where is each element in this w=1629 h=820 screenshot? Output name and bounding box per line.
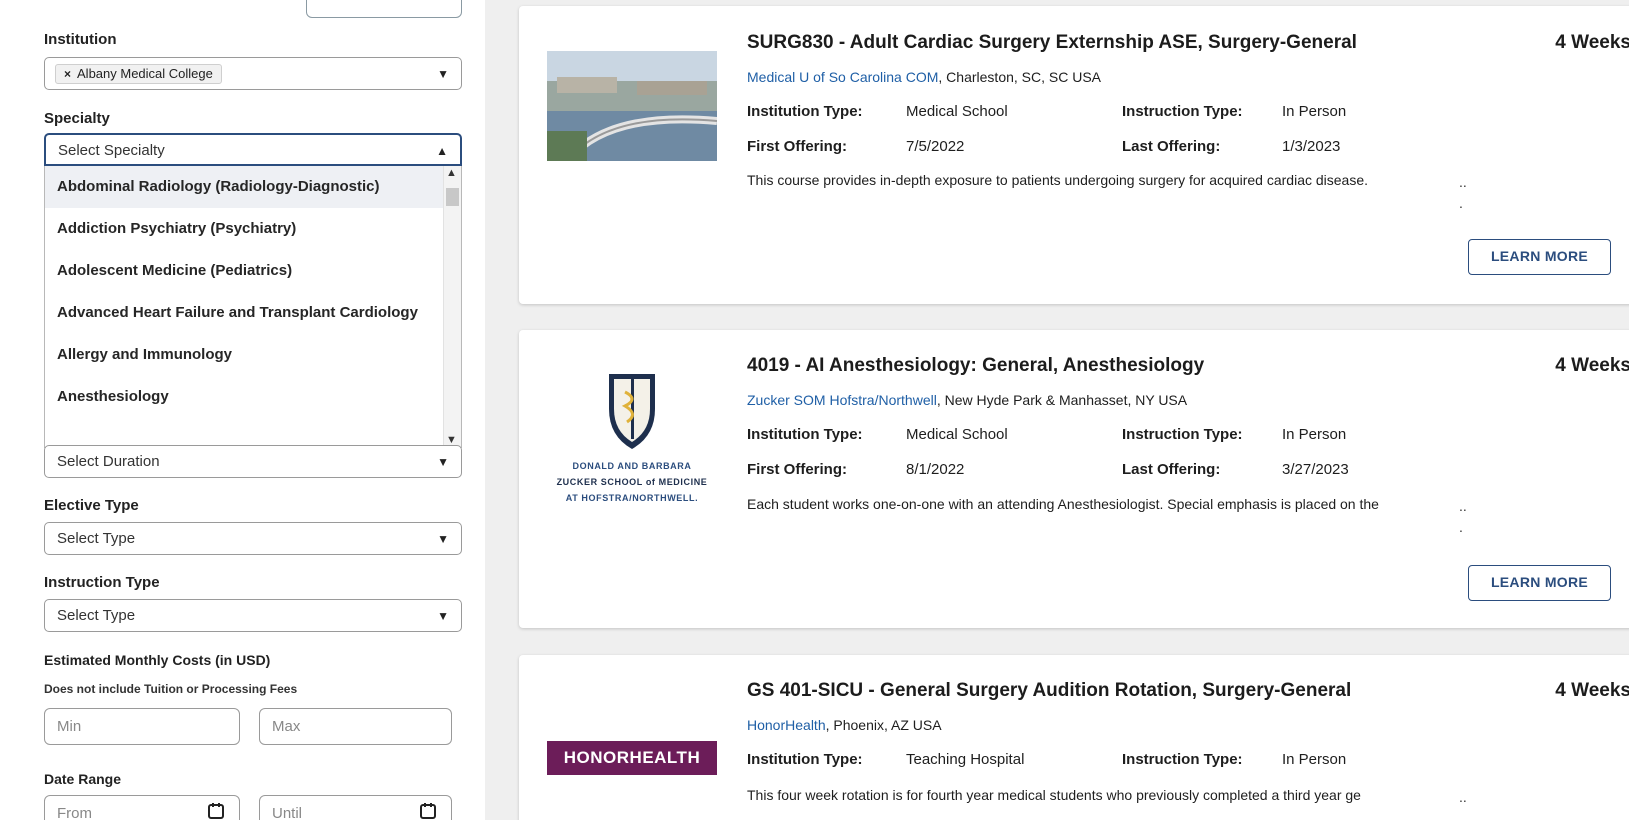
elective-type-value: Select Type: [57, 530, 136, 547]
last-offering-key: Last Offering:: [1122, 461, 1221, 478]
institution-chip[interactable]: × Albany Medical College: [55, 64, 222, 84]
institution-type-key: Institution Type:: [747, 426, 863, 443]
course-title[interactable]: SURG830 - Adult Cardiac Surgery Externsh…: [747, 32, 1357, 54]
institution-type-value: Medical School: [906, 426, 1008, 443]
scroll-thumb[interactable]: [446, 188, 459, 206]
course-title[interactable]: 4019 - AI Anesthesiology: General, Anest…: [747, 355, 1204, 377]
course-title[interactable]: GS 401-SICU - General Surgery Audition R…: [747, 680, 1351, 702]
institution-type-key: Institution Type:: [747, 103, 863, 120]
first-offering-value: 8/1/2022: [906, 461, 965, 478]
specialty-option[interactable]: Abdominal Radiology (Radiology-Diagnosti…: [45, 166, 443, 208]
date-from-input[interactable]: From: [44, 795, 240, 820]
last-offering-value: 3/27/2023: [1282, 461, 1349, 478]
course-photo: [547, 51, 718, 164]
instruction-type-select[interactable]: Select Type ▼: [44, 599, 462, 632]
instruction-type-value: In Person: [1282, 103, 1347, 120]
calendar-icon[interactable]: [419, 802, 437, 820]
logo-line: DONALD AND BARBARA: [572, 461, 692, 471]
duration-select-value: Select Duration: [57, 453, 160, 470]
instruction-type-value: In Person: [1282, 426, 1347, 443]
elective-type-label: Elective Type: [44, 497, 139, 514]
course-description: This course provides in-depth exposure t…: [747, 172, 1369, 188]
min-cost-input[interactable]: Min: [44, 708, 240, 745]
specialty-label: Specialty: [44, 110, 110, 127]
institution-chip-label: Albany Medical College: [77, 66, 213, 81]
course-institution: Zucker SOM Hofstra/Northwell, New Hyde P…: [747, 392, 1187, 408]
instruction-type-value: Select Type: [57, 607, 136, 624]
chevron-up-icon[interactable]: ▲: [436, 144, 448, 158]
course-institution: HonorHealth, Phoenix, AZ USA: [747, 717, 942, 733]
honorhealth-logo: HONORHEALTH: [547, 741, 717, 775]
chevron-down-icon[interactable]: ▼: [437, 455, 449, 469]
filter-sidebar: Institution × Albany Medical College ▼ Sp…: [0, 0, 485, 820]
specialty-option[interactable]: Anesthesiology: [45, 376, 443, 418]
max-cost-input[interactable]: Max: [259, 708, 452, 745]
more-ellipsis: .. .: [1459, 174, 1467, 211]
shield-icon: [609, 374, 655, 449]
instruction-type-key: Instruction Type:: [1122, 426, 1243, 443]
institution-link[interactable]: HonorHealth: [747, 717, 826, 733]
max-cost-placeholder: Max: [272, 718, 301, 735]
course-location: , Phoenix, AZ USA: [825, 717, 942, 733]
first-offering-key: First Offering:: [747, 138, 847, 155]
top-button[interactable]: [306, 0, 462, 18]
course-location: , Charleston, SC, SC USA: [938, 69, 1102, 85]
instruction-type-value: In Person: [1282, 751, 1347, 768]
specialty-option[interactable]: Adolescent Medicine (Pediatrics): [45, 250, 443, 292]
learn-more-button[interactable]: LEARN MORE: [1468, 565, 1611, 601]
course-duration: 4 Weeks: [1555, 355, 1629, 376]
min-cost-placeholder: Min: [57, 718, 82, 735]
specialty-option[interactable]: Addiction Psychiatry (Psychiatry): [45, 208, 443, 250]
specialty-option[interactable]: Advanced Heart Failure and Transplant Ca…: [45, 292, 443, 334]
course-card: DONALD AND BARBARA ZUCKER SCHOOL of MEDI…: [519, 330, 1629, 628]
date-until-placeholder: Until: [272, 805, 303, 820]
course-card: HONORHEALTH GS 401-SICU - General Surger…: [519, 655, 1629, 820]
more-ellipsis: .. .: [1459, 789, 1467, 820]
remove-chip-icon[interactable]: ×: [64, 67, 71, 81]
date-from-placeholder: From: [57, 805, 92, 820]
elective-type-select[interactable]: Select Type ▼: [44, 522, 462, 555]
first-offering-value: 7/5/2022: [906, 138, 965, 155]
date-until-input[interactable]: Until: [259, 795, 452, 820]
logo-line: AT HOFSTRA/NORTHWELL.: [565, 493, 699, 503]
instruction-type-label: Instruction Type: [44, 574, 160, 591]
course-duration: 4 Weeks: [1555, 680, 1629, 701]
last-offering-value: 1/3/2023: [1282, 138, 1341, 155]
logo-line: ZUCKER SCHOOL of MEDICINE: [556, 477, 708, 487]
course-description: Each student works one-on-one with an at…: [747, 496, 1379, 512]
institution-label: Institution: [44, 31, 117, 48]
duration-select[interactable]: Select Duration ▼: [44, 445, 462, 478]
zucker-logo: DONALD AND BARBARA ZUCKER SCHOOL of MEDI…: [547, 364, 717, 504]
course-card: SURG830 - Adult Cardiac Surgery Externsh…: [519, 6, 1629, 304]
first-offering-key: First Offering:: [747, 461, 847, 478]
more-ellipsis: .. .: [1459, 498, 1467, 535]
learn-more-button[interactable]: LEARN MORE: [1468, 239, 1611, 275]
scroll-up-icon[interactable]: ▲: [446, 167, 457, 179]
specialty-select-value: Select Specialty: [58, 142, 165, 159]
last-offering-key: Last Offering:: [1122, 138, 1221, 155]
specialty-option[interactable]: Allergy and Immunology: [45, 334, 443, 376]
specialty-select[interactable]: Select Specialty ▲: [44, 133, 462, 166]
date-range-label: Date Range: [44, 771, 122, 787]
dropdown-scrollbar[interactable]: ▲ ▼: [443, 166, 461, 447]
institution-select[interactable]: × Albany Medical College ▼: [44, 57, 462, 90]
institution-link[interactable]: Zucker SOM Hofstra/Northwell: [747, 392, 937, 408]
institution-type-value: Teaching Hospital: [906, 751, 1025, 768]
course-location: , New Hyde Park & Manhasset, NY USA: [936, 392, 1188, 408]
course-duration: 4 Weeks: [1555, 32, 1629, 53]
course-institution: Medical U of So Carolina COM, Charleston…: [747, 69, 1101, 85]
specialty-dropdown: Abdominal Radiology (Radiology-Diagnosti…: [44, 166, 462, 448]
chevron-down-icon[interactable]: ▼: [437, 609, 449, 623]
chevron-down-icon[interactable]: ▼: [437, 532, 449, 546]
costs-label: Estimated Monthly Costs (in USD): [44, 652, 271, 668]
costs-sublabel: Does not include Tuition or Processing F…: [44, 682, 298, 696]
course-description: This four week rotation is for fourth ye…: [747, 787, 1361, 803]
institution-type-key: Institution Type:: [747, 751, 863, 768]
chevron-down-icon[interactable]: ▼: [437, 67, 449, 81]
instruction-type-key: Instruction Type:: [1122, 751, 1243, 768]
institution-link[interactable]: Medical U of So Carolina COM: [747, 69, 938, 85]
institution-type-value: Medical School: [906, 103, 1008, 120]
instruction-type-key: Instruction Type:: [1122, 103, 1243, 120]
calendar-icon[interactable]: [207, 802, 225, 820]
